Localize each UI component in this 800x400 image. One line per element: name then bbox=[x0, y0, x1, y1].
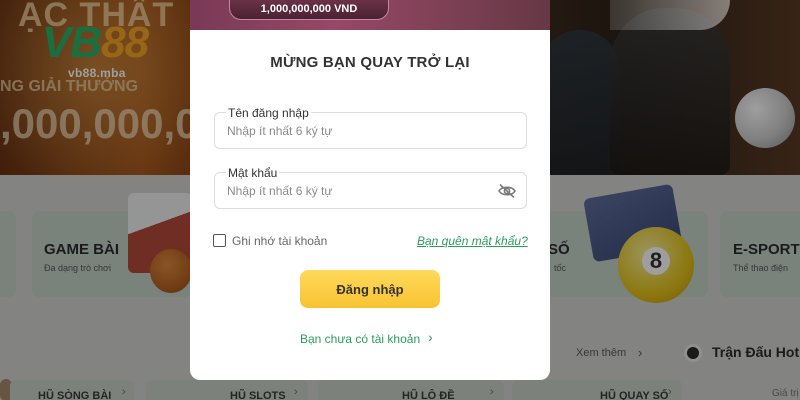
remember-label: Ghi nhớ tài khoản bbox=[232, 234, 328, 248]
login-button[interactable]: Đăng nhập bbox=[300, 270, 440, 308]
jackpot-amount-badge: 1,000,000,000 VND bbox=[229, 0, 389, 20]
register-link[interactable]: Bạn chưa có tài khoản bbox=[300, 332, 420, 346]
modal-title: MỪNG BẠN QUAY TRỞ LẠI bbox=[270, 54, 470, 71]
username-label: Tên đăng nhập bbox=[226, 106, 311, 120]
chevron-right-icon: › bbox=[428, 329, 433, 345]
remember-checkbox[interactable] bbox=[213, 234, 226, 247]
eye-slash-icon[interactable] bbox=[498, 183, 516, 199]
login-modal: MỪNG BẠN QUAY TRỞ LẠI Tên đăng nhập Mật … bbox=[190, 30, 550, 380]
password-label: Mật khẩu bbox=[226, 166, 280, 180]
forgot-password-link[interactable]: Bạn quên mật khẩu? bbox=[417, 234, 528, 248]
